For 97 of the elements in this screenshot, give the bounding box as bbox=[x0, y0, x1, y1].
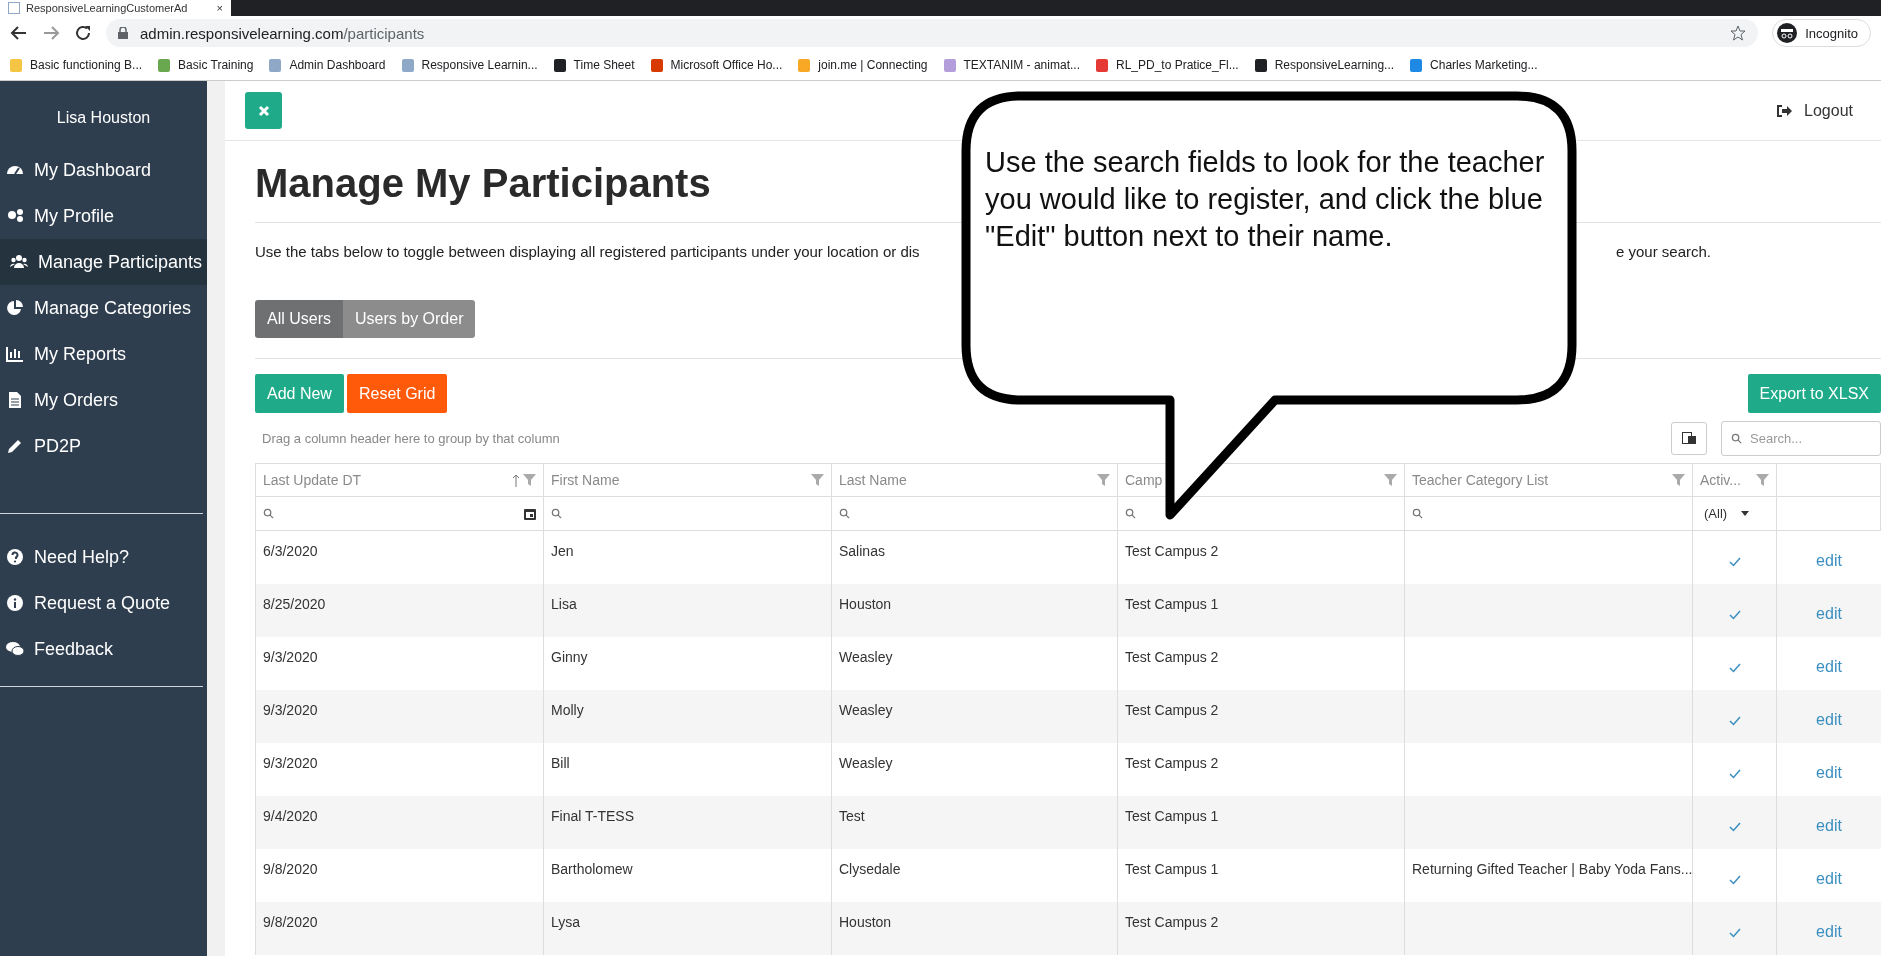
bookmark[interactable]: ResponsiveLearning... bbox=[1254, 58, 1395, 72]
table-cell: Final T-TESS bbox=[544, 796, 832, 849]
bookmark[interactable]: Basic functioning B... bbox=[10, 58, 143, 72]
bookmark[interactable]: RL_PD_to Pratice_Fl... bbox=[1095, 58, 1239, 72]
scrollbar[interactable] bbox=[207, 81, 225, 956]
edit-link[interactable]: edit bbox=[1816, 657, 1842, 676]
intro-text: Use the tabs below to toggle between displaying all registered participants under your location or dis bbox=[255, 243, 920, 260]
filter-icon[interactable] bbox=[811, 474, 824, 486]
column-header[interactable]: Activ... bbox=[1693, 464, 1777, 497]
bookmark[interactable]: Admin Dashboard bbox=[269, 58, 386, 72]
sidebar-icon bbox=[6, 345, 24, 363]
close-icon bbox=[257, 104, 270, 117]
bookmark[interactable]: Basic Training bbox=[158, 58, 254, 72]
sidebar-item[interactable]: My Reports bbox=[0, 331, 207, 377]
bookmark[interactable]: Charles Marketing... bbox=[1410, 58, 1538, 72]
column-header[interactable]: Teacher Category List bbox=[1405, 464, 1693, 497]
sidebar-icon bbox=[6, 640, 24, 658]
sidebar-item[interactable]: Manage Categories bbox=[0, 285, 207, 331]
bookmark[interactable]: join.me | Connecting bbox=[798, 58, 928, 72]
sidebar-item[interactable]: Feedback bbox=[0, 626, 207, 672]
column-header[interactable]: Last Update DT bbox=[256, 464, 544, 497]
search-icon bbox=[839, 508, 850, 519]
columns-icon bbox=[1682, 432, 1696, 444]
filter-field[interactable] bbox=[1405, 497, 1693, 531]
lock-icon bbox=[118, 27, 128, 39]
edit-link[interactable]: edit bbox=[1816, 551, 1842, 570]
table-cell: Lisa bbox=[544, 584, 832, 637]
column-header[interactable]: Last Name bbox=[832, 464, 1118, 497]
table-cell: 9/8/2020 bbox=[256, 902, 544, 955]
sidebar-icon bbox=[6, 548, 24, 566]
sidebar-item[interactable]: My Orders bbox=[0, 377, 207, 423]
filter-icon[interactable] bbox=[1756, 474, 1769, 486]
sidebar-item[interactable]: My Dashboard bbox=[0, 147, 207, 193]
close-button[interactable] bbox=[245, 92, 282, 129]
table-cell: 9/3/2020 bbox=[256, 690, 544, 743]
logout-icon bbox=[1776, 103, 1793, 118]
search-icon bbox=[263, 508, 274, 519]
search-field[interactable]: Search... bbox=[1721, 420, 1881, 456]
group-hint: Drag a column header here to group by that column bbox=[261, 430, 560, 446]
incognito-icon bbox=[1777, 23, 1798, 43]
filter-icon[interactable] bbox=[1672, 474, 1685, 486]
filter-icon[interactable] bbox=[523, 474, 536, 486]
search-icon bbox=[1412, 508, 1423, 519]
intro-text: e your search. bbox=[1615, 243, 1711, 260]
search-icon bbox=[1731, 432, 1742, 444]
sidebar-item[interactable]: My Profile bbox=[0, 193, 207, 239]
column-chooser-button[interactable] bbox=[1671, 421, 1707, 455]
filter-field[interactable] bbox=[832, 497, 1118, 531]
sidebar-icon bbox=[6, 207, 24, 225]
bookmark[interactable]: Microsoft Office Ho... bbox=[650, 58, 783, 72]
table-cell: Test bbox=[832, 796, 1118, 849]
sidebar-icon bbox=[10, 253, 28, 271]
callout-text: Use the search fields to look for the teacher you would like to register, and click the blue "Edit" button next to their name. bbox=[985, 145, 1546, 254]
table-cell: Houston bbox=[832, 902, 1118, 955]
sidebar-item[interactable]: Manage Participants bbox=[0, 239, 207, 285]
sidebar-item[interactable]: Request a Quote bbox=[0, 580, 207, 626]
back-icon[interactable] bbox=[10, 24, 28, 42]
sidebar-icon bbox=[6, 437, 24, 455]
table-cell: Test Campus 2 bbox=[1118, 902, 1405, 955]
bookmark[interactable]: Responsive Learnin... bbox=[401, 58, 538, 72]
caret-icon bbox=[1741, 511, 1750, 516]
user-name: Lisa Houston bbox=[55, 108, 152, 128]
filter-field[interactable] bbox=[544, 497, 832, 531]
star-icon[interactable] bbox=[1730, 25, 1747, 41]
edit-link[interactable]: edit bbox=[1816, 869, 1842, 888]
sidebar-item[interactable]: PD2P bbox=[0, 423, 207, 469]
filter-field[interactable] bbox=[256, 497, 544, 531]
table-cell: Test Campus 1 bbox=[1118, 584, 1405, 637]
table-cell: Houston bbox=[832, 584, 1118, 637]
table-cell: Test Campus 2 bbox=[1118, 690, 1405, 743]
bookmark[interactable]: TEXTANIM - animat... bbox=[943, 58, 1080, 72]
sort-icon bbox=[513, 473, 519, 487]
browser-tab[interactable]: ResponsiveLearningCustomerAd × bbox=[0, 0, 231, 16]
bookmark[interactable]: Time Sheet bbox=[553, 58, 635, 72]
filter-icon[interactable] bbox=[1384, 474, 1397, 486]
sidebar-icon bbox=[6, 391, 24, 409]
reload-icon[interactable] bbox=[74, 24, 92, 42]
search-icon bbox=[551, 508, 562, 519]
table-cell: Weasley bbox=[832, 690, 1118, 743]
table-cell: Lysa bbox=[544, 902, 832, 955]
table-cell: 9/4/2020 bbox=[256, 796, 544, 849]
sidebar-icon bbox=[6, 594, 24, 612]
sidebar-icon bbox=[6, 299, 24, 317]
address-bar[interactable]: admin.responsivelearning.com/participants bbox=[106, 19, 1759, 47]
table-cell: 8/25/2020 bbox=[256, 584, 544, 637]
active-filter-dropdown[interactable]: (All) bbox=[1700, 506, 1754, 521]
calendar-icon[interactable] bbox=[524, 507, 536, 520]
edit-link[interactable]: edit bbox=[1816, 763, 1842, 782]
filter-icon[interactable] bbox=[1097, 474, 1110, 486]
sidebar-item[interactable]: Need Help? bbox=[0, 534, 207, 580]
forward-icon[interactable] bbox=[42, 24, 60, 42]
table-cell: Molly bbox=[544, 690, 832, 743]
search-icon bbox=[1125, 508, 1136, 519]
column-header[interactable]: First Name bbox=[544, 464, 832, 497]
tab[interactable]: All Users bbox=[255, 300, 343, 338]
logout-button[interactable]: Logout bbox=[1770, 100, 1859, 121]
table-cell: Test Campus 1 bbox=[1118, 796, 1405, 849]
